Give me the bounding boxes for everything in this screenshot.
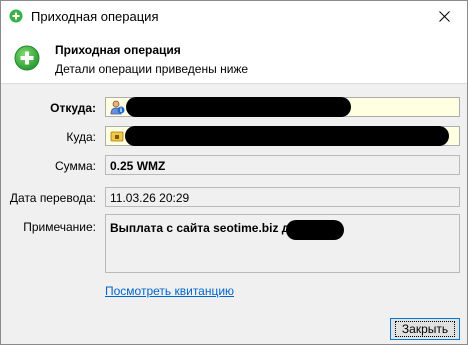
user-info-icon (110, 100, 125, 115)
dialog-window: Приходная операция Приходная операция Де… (0, 0, 468, 345)
from-label: Откуда: (50, 101, 96, 115)
note-label: Примечание: (23, 220, 96, 234)
date-field[interactable]: 11.03.26 20:29 (105, 187, 460, 207)
redacted-from-value (126, 97, 351, 117)
wallet-lock-icon (110, 131, 124, 142)
amount-label: Сумма: (54, 159, 96, 173)
note-field[interactable]: Выплата с сайта seotime.biz для (105, 214, 460, 273)
note-value: Выплата с сайта seotime.biz для (110, 221, 305, 235)
green-plus-circle-icon (9, 9, 23, 23)
redacted-note-suffix (286, 220, 344, 240)
view-receipt-link[interactable]: Посмотреть квитанцию (105, 284, 234, 298)
amount-value: 0.25 WMZ (110, 159, 166, 173)
header-title: Приходная операция (55, 43, 181, 57)
date-label: Дата перевода: (9, 191, 96, 205)
title-bar: Приходная операция (1, 1, 467, 32)
window-title: Приходная операция (31, 9, 159, 24)
redacted-to-value (125, 126, 449, 146)
to-label: Куда: (66, 130, 96, 144)
dialog-header: Приходная операция Детали операции приве… (1, 32, 467, 84)
close-button[interactable]: Закрыть (390, 318, 460, 340)
from-field[interactable] (105, 97, 460, 117)
window-close-button[interactable] (421, 1, 467, 32)
to-field[interactable] (105, 126, 460, 146)
green-plus-circle-icon (14, 45, 40, 71)
close-button-label: Закрыть (394, 321, 456, 337)
date-value: 11.03.26 20:29 (110, 191, 190, 205)
header-subtitle: Детали операции приведены ниже (55, 62, 249, 76)
amount-field[interactable]: 0.25 WMZ (105, 155, 460, 175)
close-icon (438, 11, 450, 22)
